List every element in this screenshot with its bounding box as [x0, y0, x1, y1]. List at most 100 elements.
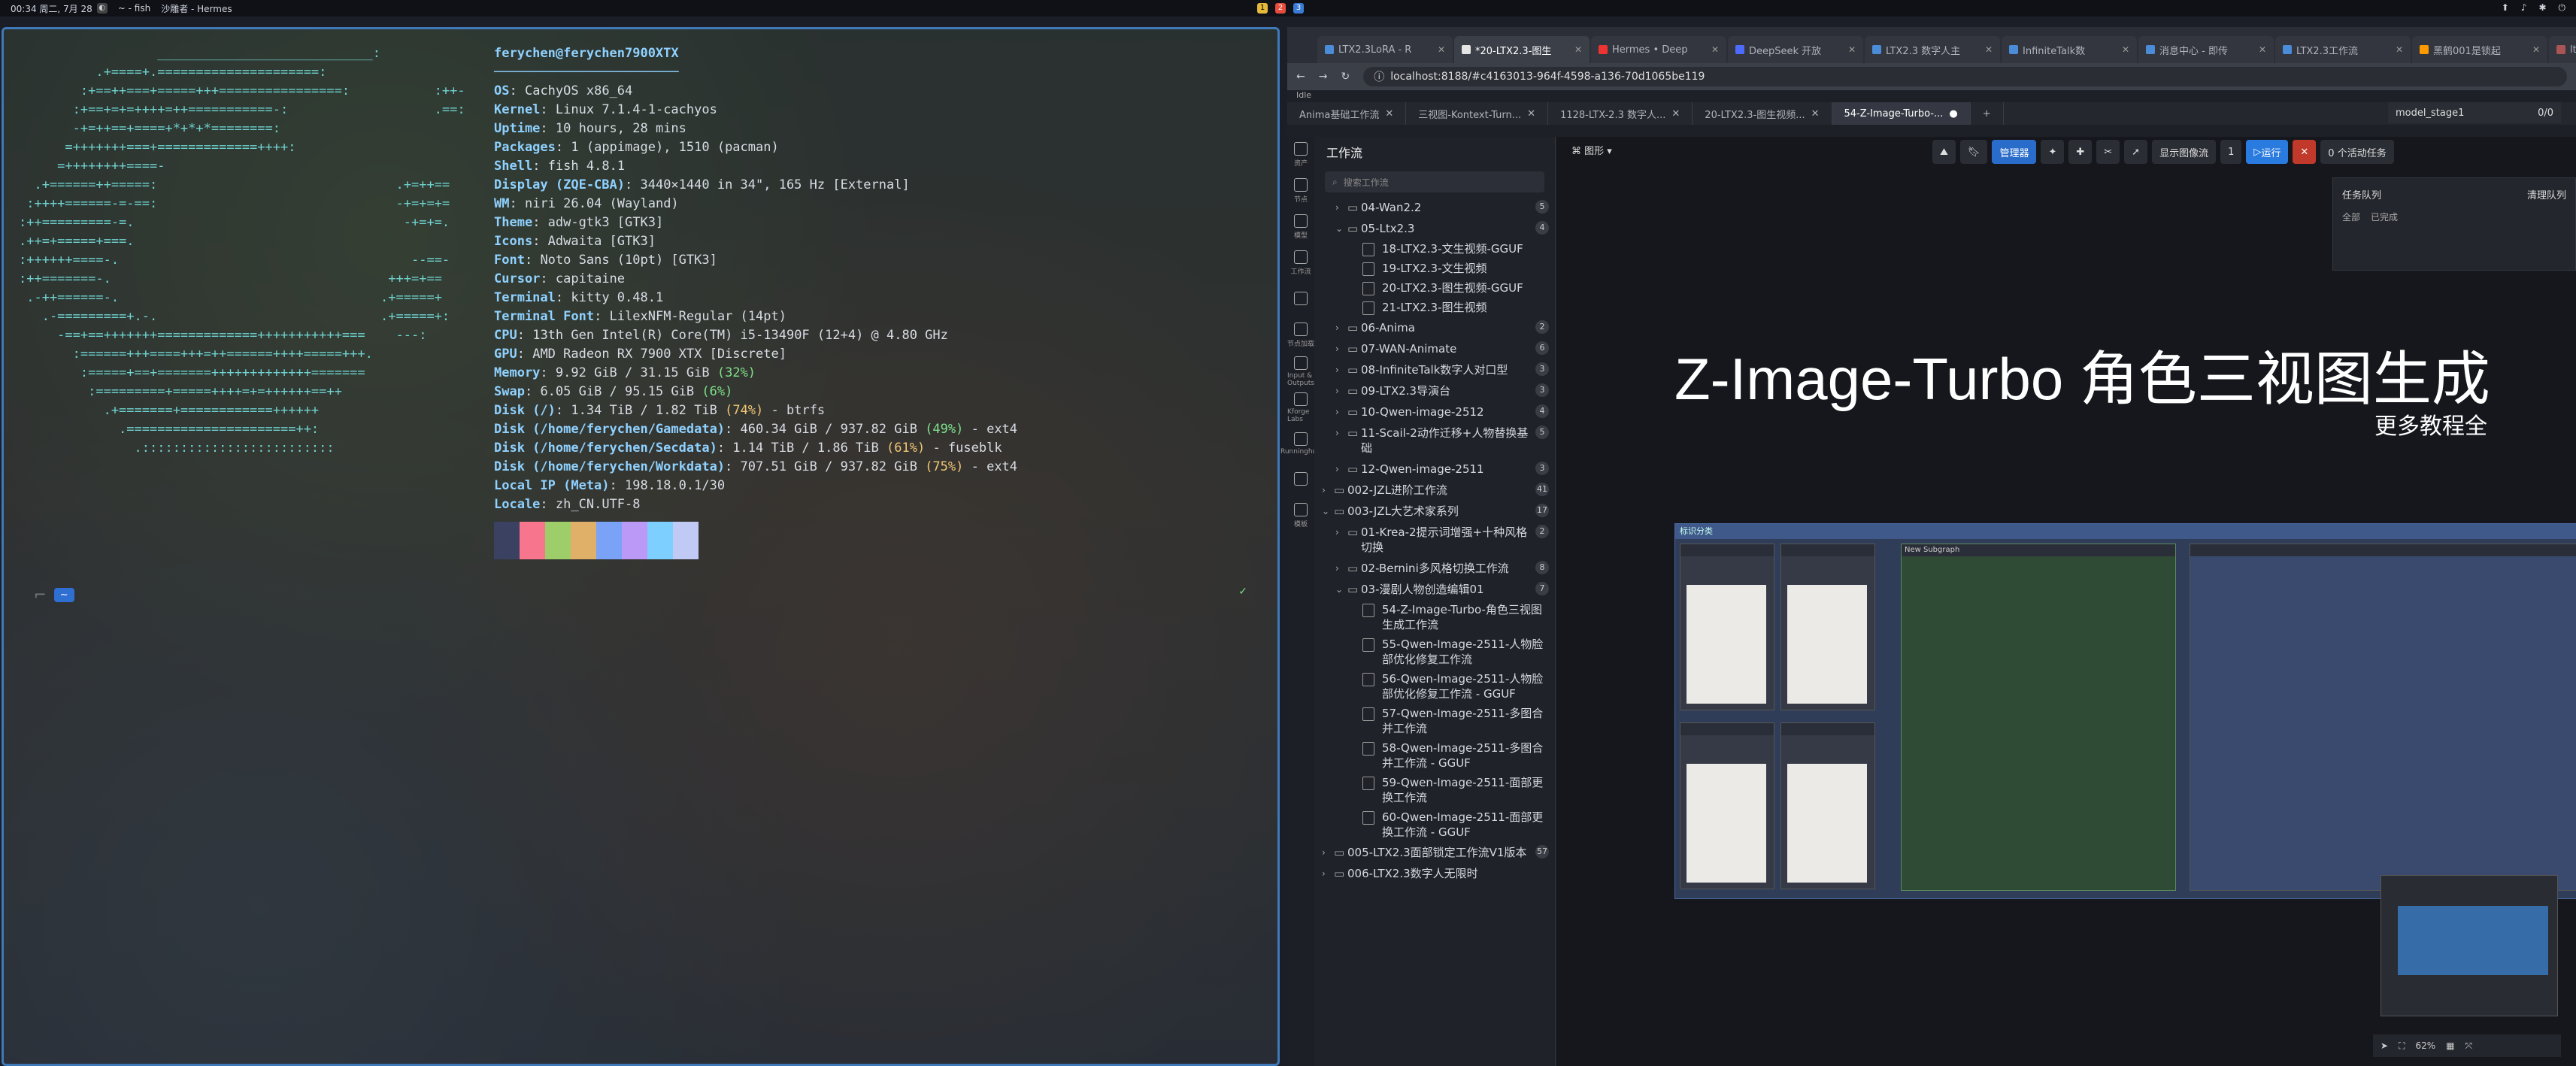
tool-button-2[interactable]: ✚: [2068, 140, 2093, 164]
load-image-node-3[interactable]: [1680, 722, 1774, 889]
chevron-down-icon[interactable]: ⌄: [1322, 504, 1334, 519]
browser-tab[interactable]: DeepSeek 开放 ✕: [1728, 36, 1863, 63]
browser-tab[interactable]: 黑鹤001是锁起 ✕: [2412, 36, 2547, 63]
show-image-flow-button[interactable]: 显示图像流: [2152, 140, 2217, 164]
browser-tab[interactable]: Hermes • Deep ✕: [1591, 36, 1726, 63]
close-icon[interactable]: ✕: [2396, 44, 2403, 55]
rail-item[interactable]: 节点加载: [1287, 317, 1314, 353]
sidebar-search[interactable]: ⌕ 搜索工作流: [1325, 171, 1544, 192]
workflow-tab[interactable]: 20-LTX2.3-图生视频... ✕: [1693, 102, 1832, 125]
tree-folder[interactable]: › ▭ 006-LTX2.3数字人无限时: [1314, 863, 1555, 884]
graph-canvas[interactable]: ⌘ 图形 ▾ ⛰ 🔖︎ 管理器 ✦ ✚ ✂ ➚ 显示图像流 1 ▷ 运行 ✕ 0…: [1556, 137, 2576, 1066]
unsaved-dot-icon[interactable]: ●: [1949, 108, 1957, 120]
workspace-2[interactable]: 2: [1275, 3, 1286, 14]
address-input[interactable]: ⓘ localhost:8188/#c4163013-964f-4598-a136…: [1363, 67, 2567, 86]
tree-folder[interactable]: ⌄ ▭ 03-漫剧人物创造编辑01 7: [1314, 579, 1555, 600]
taskbar-window-hermes[interactable]: 沙雕者 - Hermes: [161, 2, 232, 15]
close-icon[interactable]: ✕: [2532, 44, 2540, 55]
queue-tab-all[interactable]: 全部: [2342, 210, 2360, 223]
minimap-toggle-icon[interactable]: ▦: [2446, 1040, 2454, 1051]
minimap[interactable]: [2381, 875, 2558, 1016]
tree-folder[interactable]: › ▭ 10-Qwen-image-2512 4: [1314, 401, 1555, 422]
manager-button[interactable]: 管理器: [1992, 140, 2037, 164]
tool-button-1[interactable]: ✦: [2041, 140, 2065, 164]
load-image-node-4[interactable]: [1780, 722, 1875, 889]
tree-file[interactable]: 55-Qwen-Image-2511-人物脸部优化修复工作流: [1314, 634, 1555, 669]
tool-button-4[interactable]: ➚: [2124, 140, 2148, 164]
browser-window[interactable]: LTX2.3LoRA - R ✕ *20-LTX2.3-图生 ✕ Hermes • De…: [1280, 27, 2576, 1066]
close-icon[interactable]: ✕: [1574, 44, 1582, 55]
queue-clear-button[interactable]: 清理队列: [2527, 187, 2566, 201]
tree-folder[interactable]: › ▭ 005-LTX2.3面部锁定工作流V1版本 57: [1314, 842, 1555, 863]
browser-tab[interactable]: InfiniteTalk数 ✕: [2002, 36, 2137, 63]
browser-tab[interactable]: LTX2.3 数字人主 ✕: [1865, 36, 2000, 63]
rail-item[interactable]: Runninghub: [1280, 425, 1321, 462]
chevron-right-icon[interactable]: ›: [1322, 866, 1334, 881]
tree-folder[interactable]: › ▭ 02-Bernini多风格切换工作流 8: [1314, 558, 1555, 579]
stop-button[interactable]: ✕: [2293, 140, 2317, 164]
chevron-right-icon[interactable]: ›: [1335, 341, 1347, 356]
terminal-window[interactable]: ____________________________: .+====+.==…: [2, 27, 1280, 1066]
chevron-right-icon[interactable]: ›: [1322, 845, 1334, 860]
tree-file[interactable]: 20-LTX2.3-图生视频-GGUF: [1314, 278, 1555, 298]
load-image-node-2[interactable]: [1780, 544, 1875, 710]
workflow-tab[interactable]: 三视图-Kontext-Turn... ✕: [1406, 102, 1549, 125]
close-icon[interactable]: ✕: [1671, 108, 1680, 120]
zoom-level[interactable]: 62%: [2415, 1040, 2435, 1051]
chevron-down-icon[interactable]: ⌄: [1335, 582, 1347, 597]
volume-icon[interactable]: ♪: [2521, 2, 2527, 14]
close-icon[interactable]: ✕: [1527, 108, 1535, 120]
node-group[interactable]: 标识分类 New Subgraph: [1674, 523, 2576, 899]
chevron-right-icon[interactable]: ›: [1335, 383, 1347, 398]
close-icon[interactable]: ✕: [1811, 108, 1820, 120]
rail-item[interactable]: 模型: [1287, 209, 1314, 245]
tree-folder[interactable]: › ▭ 01-Krea-2提示词增强+十种风格切换 2: [1314, 522, 1555, 558]
tree-folder[interactable]: › ▭ 07-WAN-Animate 6: [1314, 338, 1555, 359]
output-node[interactable]: [2190, 544, 2576, 891]
pointer-tool-icon[interactable]: ➤: [2381, 1040, 2388, 1051]
tool-button-3[interactable]: ✂: [2096, 140, 2120, 164]
graph-mode-button[interactable]: ⌘ 图形 ▾: [1571, 143, 1612, 157]
tree-folder[interactable]: › ▭ 11-Scail-2动作迁移+人物替换基础 5: [1314, 422, 1555, 459]
tree-file[interactable]: 19-LTX2.3-文生视频: [1314, 259, 1555, 278]
tree-file[interactable]: 59-Qwen-Image-2511-面部更换工作流: [1314, 773, 1555, 807]
workflow-tab[interactable]: Anima基础工作流 ✕: [1287, 102, 1407, 125]
tree-file[interactable]: 56-Qwen-Image-2511-人物脸部优化修复工作流 - GGUF: [1314, 669, 1555, 704]
workspace-indicator-1[interactable]: ◐: [96, 3, 108, 14]
taskbar-window-fish[interactable]: ~ - fish: [118, 3, 150, 14]
chevron-right-icon[interactable]: ›: [1335, 320, 1347, 335]
logo-button[interactable]: ⛰: [1932, 140, 1956, 164]
queue-tab-done[interactable]: 已完成: [2371, 210, 2398, 223]
browser-tab[interactable]: LTX2.3LoRA - R ✕: [1317, 36, 1453, 63]
network-icon[interactable]: ⬆: [2502, 2, 2509, 14]
chevron-right-icon[interactable]: ›: [1335, 561, 1347, 576]
tree-file[interactable]: 54-Z-Image-Turbo-角色三视图生成工作流: [1314, 600, 1555, 634]
browser-tab[interactable]: *20-LTX2.3-图生 ✕: [1454, 36, 1590, 63]
close-icon[interactable]: ✕: [1711, 44, 1719, 55]
close-icon[interactable]: ✕: [1438, 44, 1445, 55]
site-info-icon[interactable]: ⓘ: [1374, 69, 1384, 84]
batch-count-input[interactable]: 1: [2220, 140, 2242, 164]
chevron-down-icon[interactable]: ⌄: [1335, 221, 1347, 236]
browser-tab[interactable]: ltx-2.3-22b-dis✕: [2549, 36, 2576, 63]
subgraph-node[interactable]: New Subgraph: [1901, 544, 2176, 891]
close-icon[interactable]: ✕: [2122, 44, 2129, 55]
new-workflow-tab-button[interactable]: +: [1971, 102, 2004, 125]
run-button[interactable]: ▷ 运行: [2246, 140, 2289, 164]
chevron-right-icon[interactable]: ›: [1335, 404, 1347, 419]
rail-item[interactable]: Kforge Labs: [1287, 389, 1314, 425]
rail-item[interactable]: 工作流: [1287, 245, 1314, 281]
close-icon[interactable]: ✕: [1985, 44, 1993, 55]
tree-folder[interactable]: › ▭ 002-JZL进阶工作流 41: [1314, 480, 1555, 501]
tree-folder[interactable]: › ▭ 12-Qwen-image-2511 3: [1314, 459, 1555, 480]
tree-file[interactable]: 21-LTX2.3-图生视频: [1314, 298, 1555, 317]
close-icon[interactable]: ✕: [1385, 108, 1393, 120]
chevron-right-icon[interactable]: ›: [1335, 362, 1347, 377]
tree-folder[interactable]: › ▭ 06-Anima 2: [1314, 317, 1555, 338]
fit-view-icon[interactable]: ⛶: [2399, 1040, 2405, 1052]
close-icon[interactable]: ✕: [1848, 44, 1856, 55]
rail-item[interactable]: Input & Outputs: [1287, 353, 1314, 389]
reload-icon[interactable]: ↻: [1341, 71, 1350, 83]
tree-file[interactable]: 18-LTX2.3-文生视频-GGUF: [1314, 239, 1555, 259]
tree-folder[interactable]: › ▭ 09-LTX2.3导演台 3: [1314, 380, 1555, 401]
